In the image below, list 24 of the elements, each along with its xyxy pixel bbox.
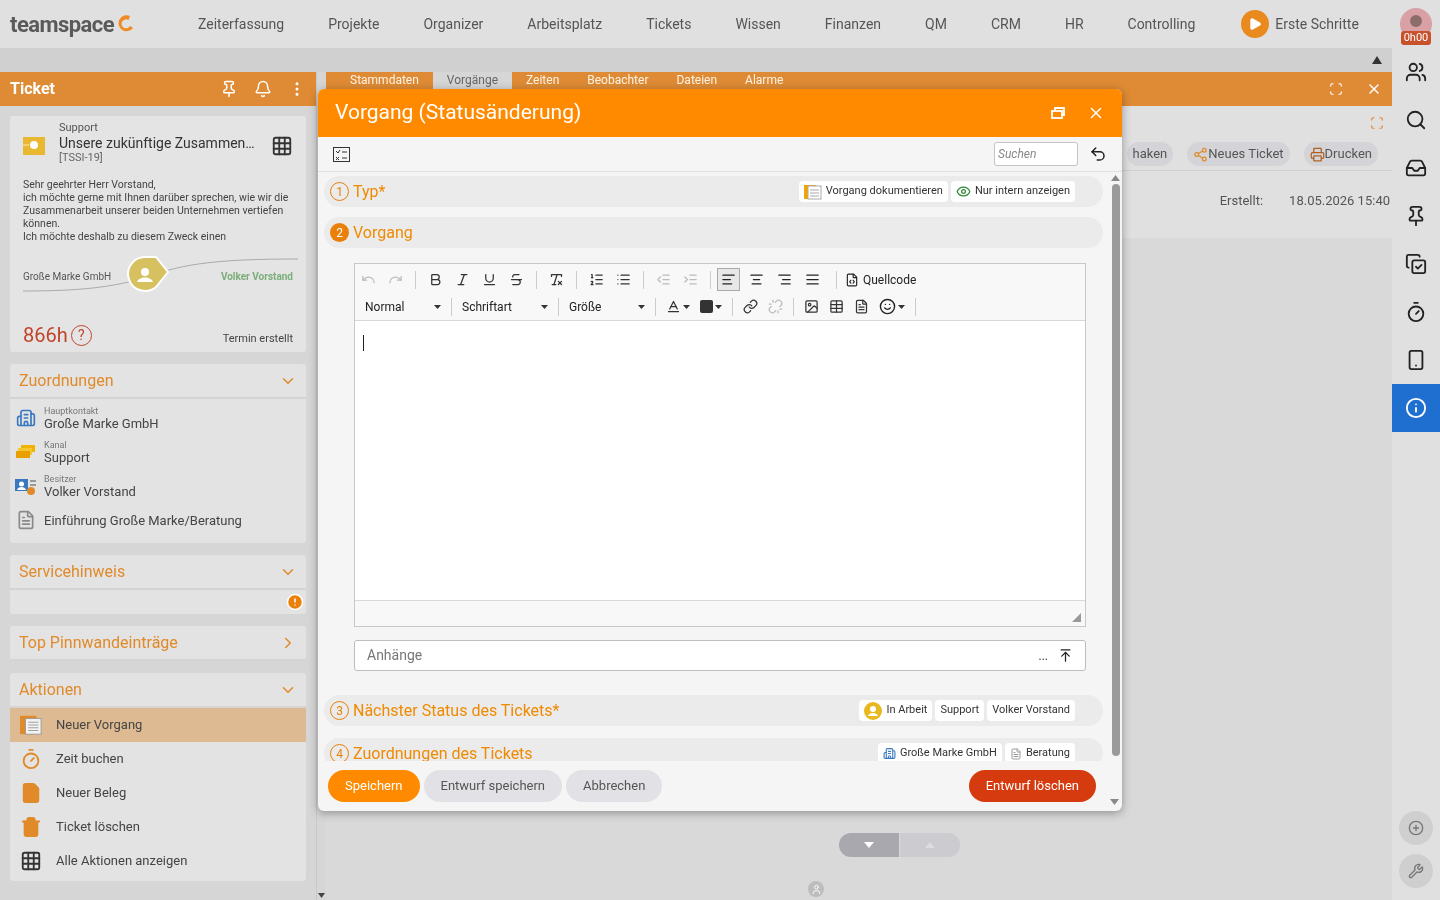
- section-title: Nächster Status des Tickets*: [353, 699, 560, 722]
- timer-badge: 0h00: [1400, 31, 1432, 45]
- status-text: Termin erstellt: [222, 330, 293, 347]
- message-preview: Sehr geehrter Herr Vorstand, ich möchte gerne mit Ihnen darüber sprechen, wie wir die Zusammenarbeit unserer beiden Unternehmen vertiefen können. Ich möchte deshalb zu diesem Zweck einen: [23, 178, 290, 243]
- sender-name: Große Marke GmbH: [23, 269, 112, 284]
- ticket-id: [TSSI-19]: [59, 151, 104, 165]
- section-title: Zuordnungen des Tickets: [353, 742, 533, 761]
- tag-chip: Support: [935, 700, 985, 721]
- tag-chip: Volker Vorstand: [987, 700, 1075, 721]
- step-number: 2: [330, 223, 349, 242]
- dialog-title: Vorgang (Statusänderung): [335, 99, 582, 127]
- panel-title: Ticket: [10, 78, 55, 100]
- field-value: 18.05.2026 15:40: [1289, 192, 1390, 210]
- tag-chip: In Arbeit: [859, 700, 933, 721]
- channel-label: Support: [59, 121, 99, 135]
- section-title: Vorgang: [353, 221, 413, 244]
- tag-chip: Nur intern anzeigen: [950, 181, 1075, 202]
- field-label: Erstellt:: [1219, 192, 1264, 210]
- tag-chip: Große Marke GmbH: [877, 743, 1002, 761]
- tag-chip: Vorgang dokumentieren: [798, 181, 948, 202]
- tag-chip: Beratung: [1004, 743, 1075, 761]
- section-title: Typ*: [353, 180, 386, 203]
- recipient-name: Volker Vorstand: [220, 269, 293, 284]
- hours-value: 866h: [23, 323, 68, 347]
